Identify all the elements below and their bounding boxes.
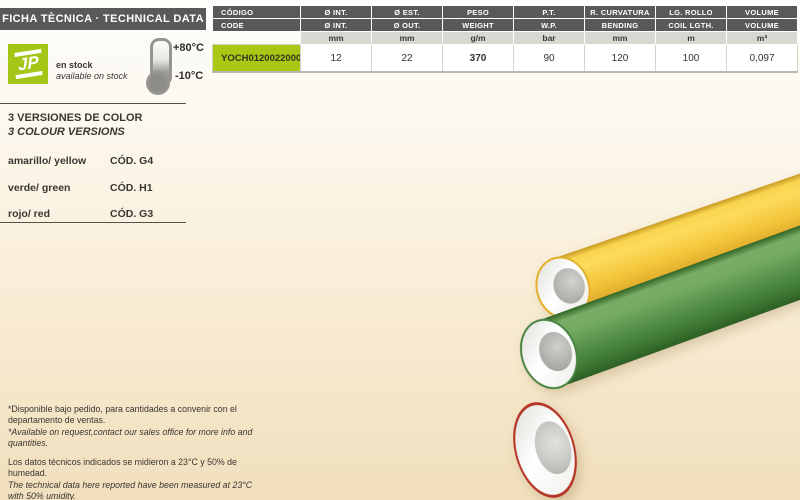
footnotes: *Disponible bajo pedido, para cantidades… xyxy=(8,404,260,500)
unit-cell: mm xyxy=(372,32,443,45)
jp-logo: JP xyxy=(8,44,48,84)
list-item-red: rojo/ red CÓD. G3 xyxy=(8,208,198,220)
footnote-en-1: *Available on request,contact our sales … xyxy=(8,427,260,450)
col-header: PESO xyxy=(443,6,514,19)
table-header-row-es: CÓDIGO Ø INT. Ø EST. PESO P.T. R. CURVAT… xyxy=(213,6,798,19)
col-header: Ø INT. xyxy=(301,6,372,19)
colour-name: rojo/ red xyxy=(8,208,110,220)
thermometer-icon: +80°C -10°C xyxy=(146,38,206,94)
footnote-en-2: The technical data here reported have be… xyxy=(8,480,260,500)
value-inner-diameter: 12 xyxy=(301,45,372,73)
unit-cell-empty xyxy=(213,32,301,45)
jp-logo-text: JP xyxy=(14,49,42,79)
temperature-min: -10°C xyxy=(175,70,203,82)
list-item-green: verde/ green CÓD. H1 xyxy=(8,182,198,194)
colour-code: CÓD. H1 xyxy=(110,182,153,194)
value-volume: 0,097 xyxy=(727,45,798,73)
col-header: Ø INT. xyxy=(301,19,372,32)
col-header: CÓDIGO xyxy=(213,6,301,19)
colour-code: CÓD. G3 xyxy=(110,208,153,220)
col-header: CODE xyxy=(213,19,301,32)
stock-availability: en stock available on stock xyxy=(56,60,128,83)
colour-versions-title-es: 3 VERSIONES DE COLOR xyxy=(8,111,142,125)
col-header: Ø EST. xyxy=(372,6,443,19)
colour-versions-title-en: 3 COLOUR VERSIONS xyxy=(8,125,142,139)
colour-versions-title: 3 VERSIONES DE COLOR 3 COLOUR VERSIONS xyxy=(8,111,142,140)
temperature-max: +80°C xyxy=(173,42,204,54)
unit-cell: m xyxy=(656,32,727,45)
page-title: FICHA TÈCNICA · TECHNICAL DATA xyxy=(0,8,206,30)
col-header: R. CURVATURA xyxy=(585,6,656,19)
value-coil-length: 100 xyxy=(656,45,727,73)
thermometer-bulb xyxy=(146,71,170,95)
col-header: BENDING xyxy=(585,19,656,32)
unit-cell: m³ xyxy=(727,32,798,45)
footnote-es-1: *Disponible bajo pedido, para cantidades… xyxy=(8,404,260,427)
unit-cell: mm xyxy=(585,32,656,45)
value-bending-radius: 120 xyxy=(585,45,656,73)
divider-bottom xyxy=(0,222,186,223)
col-header: WEIGHT xyxy=(443,19,514,32)
table-header-row-en: CODE Ø INT. Ø OUT. WEIGHT W.P. BENDING C… xyxy=(213,19,798,32)
technical-data-table: CÓDIGO Ø INT. Ø EST. PESO P.T. R. CURVAT… xyxy=(212,5,798,73)
col-header: Ø OUT. xyxy=(372,19,443,32)
col-header: COIL LGTH. xyxy=(656,19,727,32)
unit-cell: bar xyxy=(514,32,585,45)
colour-name: verde/ green xyxy=(8,182,110,194)
col-header: W.P. xyxy=(514,19,585,32)
col-header: VOLUME xyxy=(727,6,798,19)
col-header: VOLUME xyxy=(727,19,798,32)
col-header: LG. ROLLO xyxy=(656,6,727,19)
divider-top xyxy=(0,103,186,104)
value-outer-diameter: 22 xyxy=(372,45,443,73)
product-code: YOCH0120022000 xyxy=(213,45,301,73)
list-item-yellow: amarillo/ yellow CÓD. G4 xyxy=(8,155,198,167)
stock-label-en: available on stock xyxy=(56,71,128,82)
colour-code: CÓD. G4 xyxy=(110,155,153,167)
table-units-row: mm mm g/m bar mm m m³ xyxy=(213,32,798,45)
value-working-pressure: 90 xyxy=(514,45,585,73)
colour-name: amarillo/ yellow xyxy=(8,155,110,167)
unit-cell: g/m xyxy=(443,32,514,45)
unit-cell: mm xyxy=(301,32,372,45)
footnote-es-2: Los datos técnicos indicados se midieron… xyxy=(8,457,260,480)
value-weight: 370 xyxy=(443,45,514,73)
table-row: YOCH0120022000 12 22 370 90 120 100 0,09… xyxy=(213,45,798,73)
technical-data-sheet: FICHA TÈCNICA · TECHNICAL DATA JP en sto… xyxy=(0,0,800,500)
stock-label-es: en stock xyxy=(56,60,128,71)
col-header: P.T. xyxy=(514,6,585,19)
